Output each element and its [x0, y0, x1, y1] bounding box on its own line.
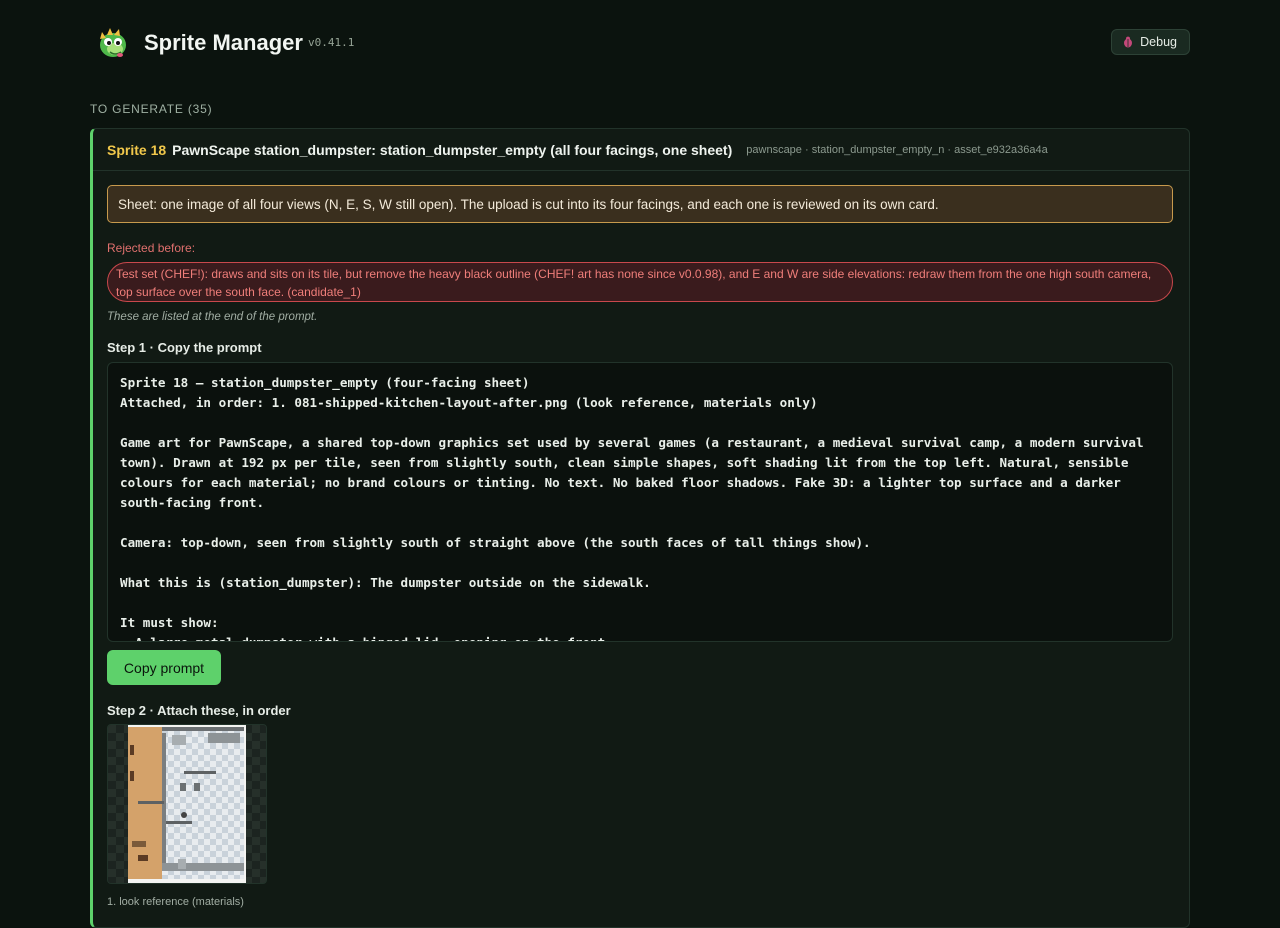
step2-label: Step 2 · Attach these, in order [107, 703, 291, 718]
prompt-box[interactable]: Sprite 18 — station_dumpster_empty (four… [107, 362, 1173, 642]
debug-button[interactable]: Debug [1111, 29, 1190, 55]
bug-icon [1124, 36, 1133, 48]
sheet-note: Sheet: one image of all four views (N, E… [107, 185, 1173, 223]
sprite-card: Sprite 18 PawnScape station_dumpster: st… [90, 128, 1190, 928]
sprite-meta: pawnscape · station_dumpster_empty_n · a… [746, 143, 1048, 156]
app-header: Sprite Manager v0.41.1 Debug [90, 0, 1190, 86]
attachment-caption: 1. look reference (materials) [107, 896, 244, 908]
step1-label: Step 1 · Copy the prompt [107, 340, 262, 355]
rejected-reason: Test set (CHEF!): draws and sits on its … [107, 262, 1173, 302]
app-container: Sprite Manager v0.41.1 Debug TO GENERATE… [90, 0, 1190, 928]
dragon-logo-icon [100, 28, 126, 57]
sprite-title: PawnScape station_dumpster: station_dump… [172, 141, 733, 158]
sprite-number: Sprite 18 [107, 141, 167, 158]
section-heading: TO GENERATE (35) [90, 102, 213, 116]
kitchen-layout-image [108, 725, 266, 883]
copy-prompt-button[interactable]: Copy prompt [107, 650, 221, 685]
app-title: Sprite Manager [144, 30, 303, 55]
prompt-text: Sprite 18 — station_dumpster_empty (four… [120, 375, 1144, 641]
attachment-thumbnail[interactable] [107, 724, 267, 884]
debug-label: Debug [1140, 35, 1177, 49]
app-version: v0.41.1 [308, 36, 355, 49]
rejected-note: These are listed at the end of the promp… [107, 311, 318, 323]
card-header: Sprite 18 PawnScape station_dumpster: st… [93, 129, 1189, 171]
rejected-label: Rejected before: [107, 241, 196, 255]
